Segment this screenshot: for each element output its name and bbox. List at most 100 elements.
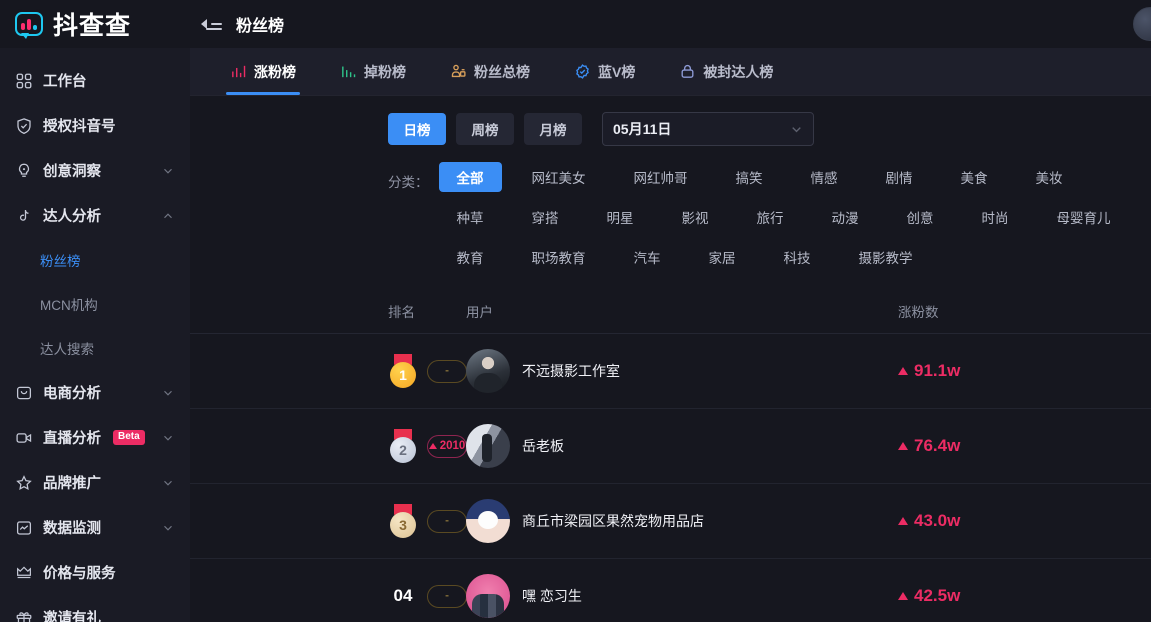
star-sparkle-icon xyxy=(14,473,33,492)
user-cell[interactable]: 岳老板 xyxy=(466,424,898,468)
vip-crown-icon xyxy=(14,563,33,582)
category-item[interactable]: 剧情 xyxy=(868,162,931,192)
period-button-daily[interactable]: 日榜 xyxy=(388,113,446,145)
sidebar-subitem-mcn[interactable]: MCN机构 xyxy=(0,282,190,326)
users-icon xyxy=(450,63,467,80)
category-item[interactable]: 搞笑 xyxy=(718,162,781,192)
tab-fan-loss[interactable]: 掉粉榜 xyxy=(318,48,428,95)
category-item[interactable]: 美妆 xyxy=(1018,162,1081,192)
sidebar-item-authorized-accounts[interactable]: 授权抖音号 xyxy=(0,103,190,148)
category-item[interactable]: 时尚 xyxy=(964,202,1027,232)
category-item[interactable]: 汽车 xyxy=(616,242,679,272)
table-row[interactable]: 1 - 不远摄影工作室 91.1w xyxy=(190,334,1151,409)
category-item[interactable]: 旅行 xyxy=(739,202,802,232)
user-cell[interactable]: 商丘市梁园区果然宠物用品店 xyxy=(466,499,898,543)
table-header-row: 排名 用户 涨粉数 xyxy=(190,288,1151,334)
sidebar-collapse-icon[interactable] xyxy=(201,14,222,34)
user-cell[interactable]: 不远摄影工作室 xyxy=(466,349,898,393)
date-select[interactable]: 05月11日 xyxy=(602,112,814,146)
category-item[interactable]: 明星 xyxy=(589,202,652,232)
category-item[interactable]: 职场教育 xyxy=(514,242,604,272)
tab-label: 蓝V榜 xyxy=(598,63,636,80)
growth-value: 42.5w xyxy=(914,586,961,605)
monitor-chart-icon xyxy=(14,518,33,537)
category-item[interactable]: 美食 xyxy=(943,162,1006,192)
category-item[interactable]: 教育 xyxy=(439,242,502,272)
sidebar-subitem-label: MCN机构 xyxy=(40,298,98,313)
user-cell[interactable]: 嘿 恋习生 xyxy=(466,574,898,618)
column-header-user: 用户 xyxy=(466,304,493,320)
tab-label: 涨粉榜 xyxy=(254,63,296,80)
growth-value: 43.0w xyxy=(914,511,961,530)
period-button-monthly[interactable]: 月榜 xyxy=(524,113,582,145)
table-row[interactable]: 04 - 嘿 恋习生 42.5w xyxy=(190,559,1151,622)
medal-bronze-icon: 3 xyxy=(388,504,418,538)
category-item[interactable]: 科技 xyxy=(766,242,829,272)
rank-change-value: 2010 xyxy=(439,440,466,452)
sidebar-subitem-creator-search[interactable]: 达人搜索 xyxy=(0,326,190,370)
beta-badge: Beta xyxy=(113,430,145,445)
category-item[interactable]: 动漫 xyxy=(814,202,877,232)
category-filter: 分类： 全部 网红美女 网红帅哥 搞笑 情感 剧情 美食 美妆 种草 穿搭 明星… xyxy=(190,146,1151,272)
category-item[interactable]: 穿搭 xyxy=(514,202,577,232)
user-name: 商丘市梁园区果然宠物用品店 xyxy=(522,513,704,529)
rank-number: 1 xyxy=(390,362,416,388)
sidebar-item-label: 达人分析 xyxy=(43,209,101,225)
sidebar-item-label: 数据监测 xyxy=(43,521,101,537)
sidebar-item-invite-reward[interactable]: 邀请有礼 xyxy=(0,595,190,622)
tab-banned-creators[interactable]: 被封达人榜 xyxy=(657,48,795,95)
chevron-down-icon[interactable] xyxy=(162,165,174,177)
rank-change-badge: - xyxy=(427,509,467,533)
sidebar-subitem-fans-rank[interactable]: 粉丝榜 xyxy=(0,238,190,282)
chevron-down-icon[interactable] xyxy=(162,432,174,444)
chevron-down-icon[interactable] xyxy=(162,522,174,534)
tab-fan-growth[interactable]: 涨粉榜 xyxy=(208,48,318,95)
brand-name: 抖查查 xyxy=(53,12,132,40)
category-list: 全部 网红美女 网红帅哥 搞笑 情感 剧情 美食 美妆 种草 穿搭 明星 影视 … xyxy=(438,162,1151,272)
sidebar-item-price-service[interactable]: 价格与服务 xyxy=(0,550,190,595)
period-button-weekly[interactable]: 周榜 xyxy=(456,113,514,145)
category-item[interactable]: 种草 xyxy=(439,202,502,232)
category-item[interactable]: 网红美女 xyxy=(514,162,604,192)
tab-blue-v[interactable]: 蓝V榜 xyxy=(552,48,657,95)
growth-cell: 42.5w xyxy=(898,586,1151,606)
logo-icon xyxy=(14,9,44,39)
sidebar-item-ecommerce-analysis[interactable]: 电商分析 xyxy=(0,370,190,415)
rank-change-badge: - xyxy=(427,359,467,383)
category-item[interactable]: 情感 xyxy=(793,162,856,192)
category-item[interactable]: 家居 xyxy=(691,242,754,272)
sidebar-item-workbench[interactable]: 工作台 xyxy=(0,58,190,103)
date-select-value: 05月11日 xyxy=(613,121,672,137)
category-item[interactable]: 摄影教学 xyxy=(841,242,931,272)
category-item[interactable]: 创意 xyxy=(889,202,952,232)
rank-change-value: - xyxy=(445,590,449,602)
triangle-up-icon xyxy=(898,367,908,375)
rank-cell: 04 - xyxy=(388,584,467,608)
user-avatar[interactable] xyxy=(1133,7,1151,41)
chevron-up-icon[interactable] xyxy=(162,210,174,222)
category-item[interactable]: 母婴育儿 xyxy=(1039,202,1129,232)
category-item[interactable]: 影视 xyxy=(664,202,727,232)
sidebar-item-live-analysis[interactable]: 直播分析 Beta xyxy=(0,415,190,460)
sidebar-item-brand-promotion[interactable]: 品牌推广 xyxy=(0,460,190,505)
rank-change-value: - xyxy=(445,365,449,377)
tab-total-fans[interactable]: 粉丝总榜 xyxy=(428,48,552,95)
sidebar-item-label: 品牌推广 xyxy=(43,476,101,492)
brand-logo[interactable]: 抖查查 xyxy=(0,6,190,42)
body-wrapper: 工作台 授权抖音号 创意洞察 达人分析 粉丝榜 MCN机构 达人搜索 电商分析 … xyxy=(0,48,1151,622)
sidebar-item-creator-analysis[interactable]: 达人分析 xyxy=(0,193,190,238)
lightbulb-icon xyxy=(14,161,33,180)
category-all[interactable]: 全部 xyxy=(438,162,502,192)
sidebar-subitem-label: 达人搜索 xyxy=(40,342,94,357)
table-row[interactable]: 2 2010 岳老板 76.4w xyxy=(190,409,1151,484)
triangle-up-icon xyxy=(898,592,908,600)
chevron-down-icon[interactable] xyxy=(162,477,174,489)
sidebar-item-label: 价格与服务 xyxy=(43,566,116,582)
ranking-tabbar: 涨粉榜 掉粉榜 粉丝总榜 蓝V榜 被封达人榜 xyxy=(190,48,1151,96)
table-row[interactable]: 3 - 商丘市梁园区果然宠物用品店 43.0w xyxy=(190,484,1151,559)
chevron-down-icon[interactable] xyxy=(162,387,174,399)
sidebar-item-creative-insight[interactable]: 创意洞察 xyxy=(0,148,190,193)
category-item[interactable]: 网红帅哥 xyxy=(616,162,706,192)
sidebar-item-data-monitoring[interactable]: 数据监测 xyxy=(0,505,190,550)
bag-icon xyxy=(14,383,33,402)
